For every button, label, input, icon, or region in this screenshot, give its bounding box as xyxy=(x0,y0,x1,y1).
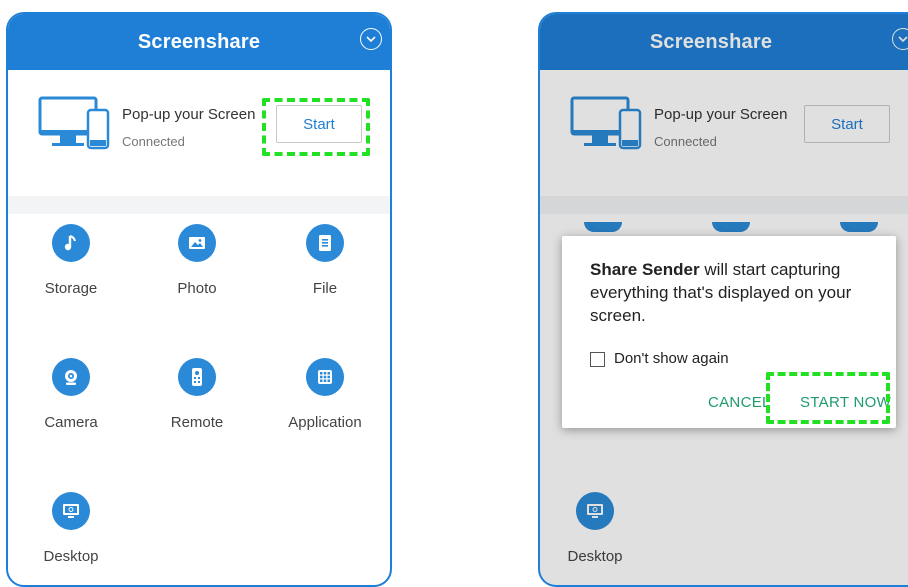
tile-storage[interactable]: Storage xyxy=(16,224,126,297)
tile-label: Application xyxy=(288,414,362,431)
remote-icon xyxy=(178,358,216,396)
connection-status: Connected xyxy=(122,134,185,149)
start-now-highlight xyxy=(766,372,890,424)
webcam-icon xyxy=(52,358,90,396)
music-note-icon xyxy=(52,224,90,262)
tile-label: Camera xyxy=(44,414,98,431)
tile-remote[interactable]: Remote xyxy=(142,358,252,431)
monitor-icon xyxy=(52,492,90,530)
tile-label: Photo xyxy=(177,280,217,297)
chevron-down-icon[interactable] xyxy=(360,28,382,50)
app-title: Screenshare xyxy=(137,30,261,53)
dont-show-again-label[interactable]: Don't show again xyxy=(614,350,729,367)
monitor-phone-icon xyxy=(38,96,110,150)
tile-label: Storage xyxy=(44,280,98,297)
title-bar: Screenshare xyxy=(8,14,390,70)
file-icon xyxy=(306,224,344,262)
tile-application[interactable]: Application xyxy=(270,358,380,431)
tile-label: File xyxy=(312,280,338,297)
image-icon xyxy=(178,224,216,262)
start-button-highlight xyxy=(262,98,370,156)
pop-up-title: Pop-up your Screen xyxy=(122,106,256,123)
grid-icon xyxy=(306,358,344,396)
cancel-button[interactable]: CANCEL xyxy=(708,394,771,411)
dialog-app-name: Share Sender xyxy=(590,260,700,279)
tile-desktop[interactable]: Desktop xyxy=(16,492,126,565)
tile-camera[interactable]: Camera xyxy=(16,358,126,431)
tile-photo[interactable]: Photo xyxy=(142,224,252,297)
dont-show-again-checkbox[interactable] xyxy=(590,352,605,367)
section-divider xyxy=(8,196,390,214)
left-phone-screen: Screenshare Pop-up your Screen Connected… xyxy=(6,12,392,587)
tile-label: Remote xyxy=(170,414,224,431)
tile-file[interactable]: File xyxy=(270,224,380,297)
tile-label: Desktop xyxy=(43,548,99,565)
dialog-message: Share Sender will start capturing everyt… xyxy=(590,258,870,327)
right-phone-screen: Screenshare Pop-up your Screen Connected… xyxy=(538,12,908,587)
